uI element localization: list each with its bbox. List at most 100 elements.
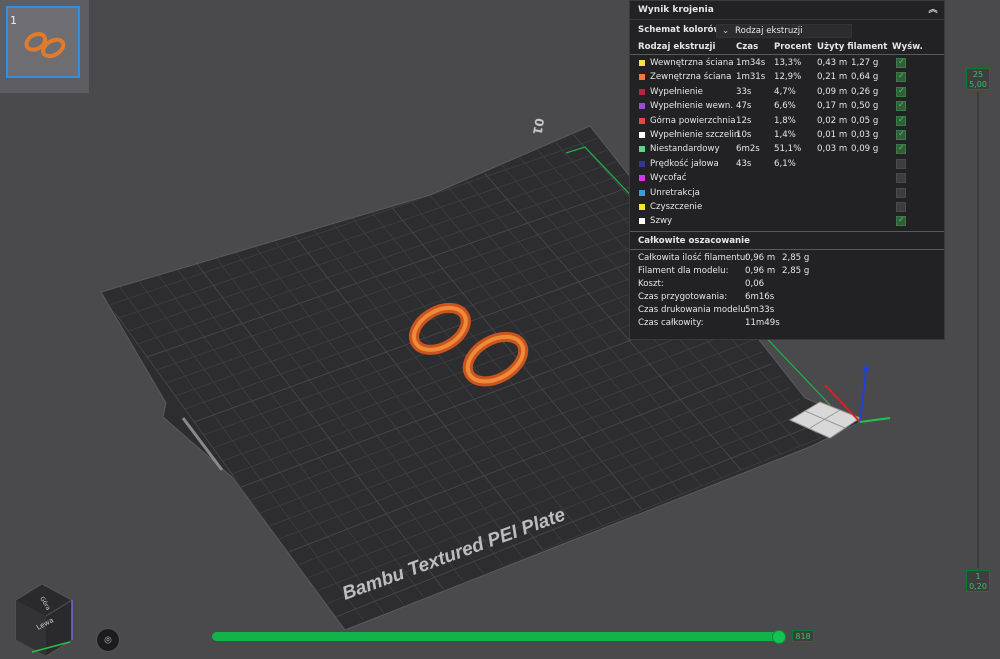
extrusion-row: Czyszczenie [630, 201, 944, 215]
color-swatch [639, 146, 645, 153]
extrusion-length: 0,21 m [817, 72, 848, 83]
move-slider-value: 818 [792, 630, 814, 642]
color-swatch [639, 88, 645, 95]
show-checkbox[interactable] [896, 215, 906, 227]
extrusion-percent: 12,9% [774, 72, 802, 83]
estimate-row: Czas drukowania modelu: 5m33s [630, 305, 944, 318]
col-header-time: Czas [736, 42, 759, 52]
plate-list-panel: 1 [0, 0, 89, 93]
results-header: Wynik krojenia ︽ [630, 1, 944, 20]
top-layer-number: 25 [972, 70, 984, 79]
extrusion-percent: 1,8% [774, 115, 796, 126]
color-swatch [639, 74, 645, 81]
layer-slider-bottom-label[interactable]: 1 0,20 [966, 570, 990, 592]
color-swatch [639, 117, 645, 124]
estimate-value: 6m16s [745, 292, 775, 302]
extrusion-time: 1m34s [736, 58, 766, 68]
color-swatch [639, 218, 645, 225]
show-checkbox[interactable] [896, 71, 906, 83]
extrusion-length: 0,02 m [817, 115, 848, 126]
extrusion-time: 6m2s [736, 144, 760, 155]
show-checkbox[interactable] [896, 57, 906, 68]
show-checkbox[interactable] [896, 143, 906, 155]
show-checkbox[interactable] [896, 202, 906, 212]
extrusion-row: Wycofać [630, 172, 944, 186]
show-checkbox[interactable] [896, 115, 906, 126]
estimate-value: 5m33s [745, 305, 775, 315]
show-checkbox[interactable] [896, 86, 906, 97]
extrusion-weight: 0,26 g [851, 86, 879, 97]
estimate-divider [630, 249, 944, 250]
estimate-row: Całkowita ilość filamentu: 0,96 m 2,85 g [630, 253, 944, 266]
estimate-row: Filament dla modelu: 0,96 m 2,85 g [630, 266, 944, 279]
top-layer-height: 5,00 [969, 80, 987, 89]
extrusion-weight: 1,27 g [851, 58, 879, 68]
extrusion-row: Wewnętrzna ściana 1m34s 13,3% 0,43 m 1,27 g [630, 57, 944, 71]
color-swatch [639, 160, 645, 167]
extrusion-percent: 1,4% [774, 130, 796, 140]
extrusion-name: Wewnętrzna ściana [650, 58, 734, 68]
extrusion-name: Unretrakcja [650, 187, 700, 198]
estimate-value: 0,06 [745, 279, 765, 289]
estimate-label: Koszt: [638, 279, 664, 289]
estimate-title: Całkowite oszacowanie [638, 236, 750, 246]
extrusion-weight: 0,09 g [851, 144, 879, 155]
col-header-percent: Procent [774, 42, 812, 52]
layer-slider-top-label[interactable]: 25 5,00 [966, 68, 990, 90]
plate-front-mark: 01 [530, 117, 547, 136]
plate-thumbnail[interactable] [6, 6, 80, 78]
extrusion-row: Wypełnienie szczelin 10s 1,4% 0,01 m 0,03 g [630, 129, 944, 143]
extrusion-time: 10s [736, 130, 752, 140]
extrusion-length: 0,01 m [817, 130, 848, 140]
color-swatch [639, 189, 645, 196]
estimate-label: Filament dla modelu: [638, 266, 729, 276]
extrusion-row: Zewnętrzna ściana 1m31s 12,9% 0,21 m 0,64 g [630, 71, 944, 85]
estimate-row: Czas całkowity: 11m49s [630, 318, 944, 331]
show-checkbox[interactable] [896, 158, 906, 169]
estimate-value: 0,96 m [745, 266, 776, 276]
show-checkbox[interactable] [896, 173, 906, 184]
bottom-layer-height: 0,20 [969, 582, 987, 591]
estimate-row: Koszt: 0,06 [630, 279, 944, 292]
extrusion-length: 0,03 m [817, 144, 848, 155]
extrusion-percent: 4,7% [774, 86, 796, 97]
col-header-used: Użyty filament [817, 42, 888, 52]
show-checkbox[interactable] [896, 187, 906, 198]
extrusion-weight: 0,50 g [851, 101, 879, 112]
move-slider-track[interactable] [212, 632, 780, 641]
extrusion-weight: 0,03 g [851, 130, 879, 140]
model-thumbnail-icon [24, 31, 66, 59]
col-header-show: Wyśw. [892, 42, 923, 52]
extrusion-name: Niestandardowy [650, 144, 720, 155]
show-checkbox[interactable] [896, 129, 906, 140]
estimate-label: Całkowita ilość filamentu: [638, 253, 749, 263]
color-swatch [639, 132, 645, 138]
extrusion-row: Wypełnienie wewn. 47s 6,6% 0,17 m 0,50 g [630, 100, 944, 114]
camera-view-icon[interactable]: ⌾ [96, 628, 120, 652]
collapse-icon[interactable]: ︽ [926, 1, 940, 19]
bottom-layer-number: 1 [975, 572, 981, 581]
extrusion-name: Wypełnienie szczelin [650, 130, 740, 140]
estimate-label: Czas przygotowania: [638, 292, 728, 302]
move-slider-handle[interactable] [772, 630, 786, 644]
extrusion-time: 33s [736, 86, 752, 97]
extrusion-percent: 6,1% [774, 158, 796, 169]
extrusion-name: Wypełnienie wewn. [650, 101, 734, 112]
extrusion-percent: 6,6% [774, 101, 796, 112]
color-scheme-select[interactable]: ⌄ Rodzaj ekstruzji [716, 24, 852, 38]
extrusion-row: Wypełnienie 33s 4,7% 0,09 m 0,26 g [630, 86, 944, 100]
estimate-label: Czas drukowania modelu: [638, 305, 749, 315]
header-divider [630, 54, 944, 55]
view-cube[interactable]: Lewa Góra [15, 583, 73, 657]
extrusion-row: Niestandardowy 6m2s 51,1% 0,03 m 0,09 g [630, 143, 944, 157]
col-header-type: Rodzaj ekstruzji [638, 42, 716, 52]
estimate-value-secondary: 2,85 g [782, 266, 810, 276]
extrusion-name: Szwy [650, 216, 673, 227]
extrusion-name: Wycofać [650, 173, 687, 184]
extrusion-weight: 0,64 g [851, 72, 879, 83]
extrusion-name: Czyszczenie [650, 202, 703, 212]
extrusion-time: 43s [736, 158, 752, 169]
extrusion-row: Górna powierzchnia 12s 1,8% 0,02 m 0,05 g [630, 115, 944, 129]
show-checkbox[interactable] [896, 100, 906, 112]
color-swatch [639, 103, 645, 110]
